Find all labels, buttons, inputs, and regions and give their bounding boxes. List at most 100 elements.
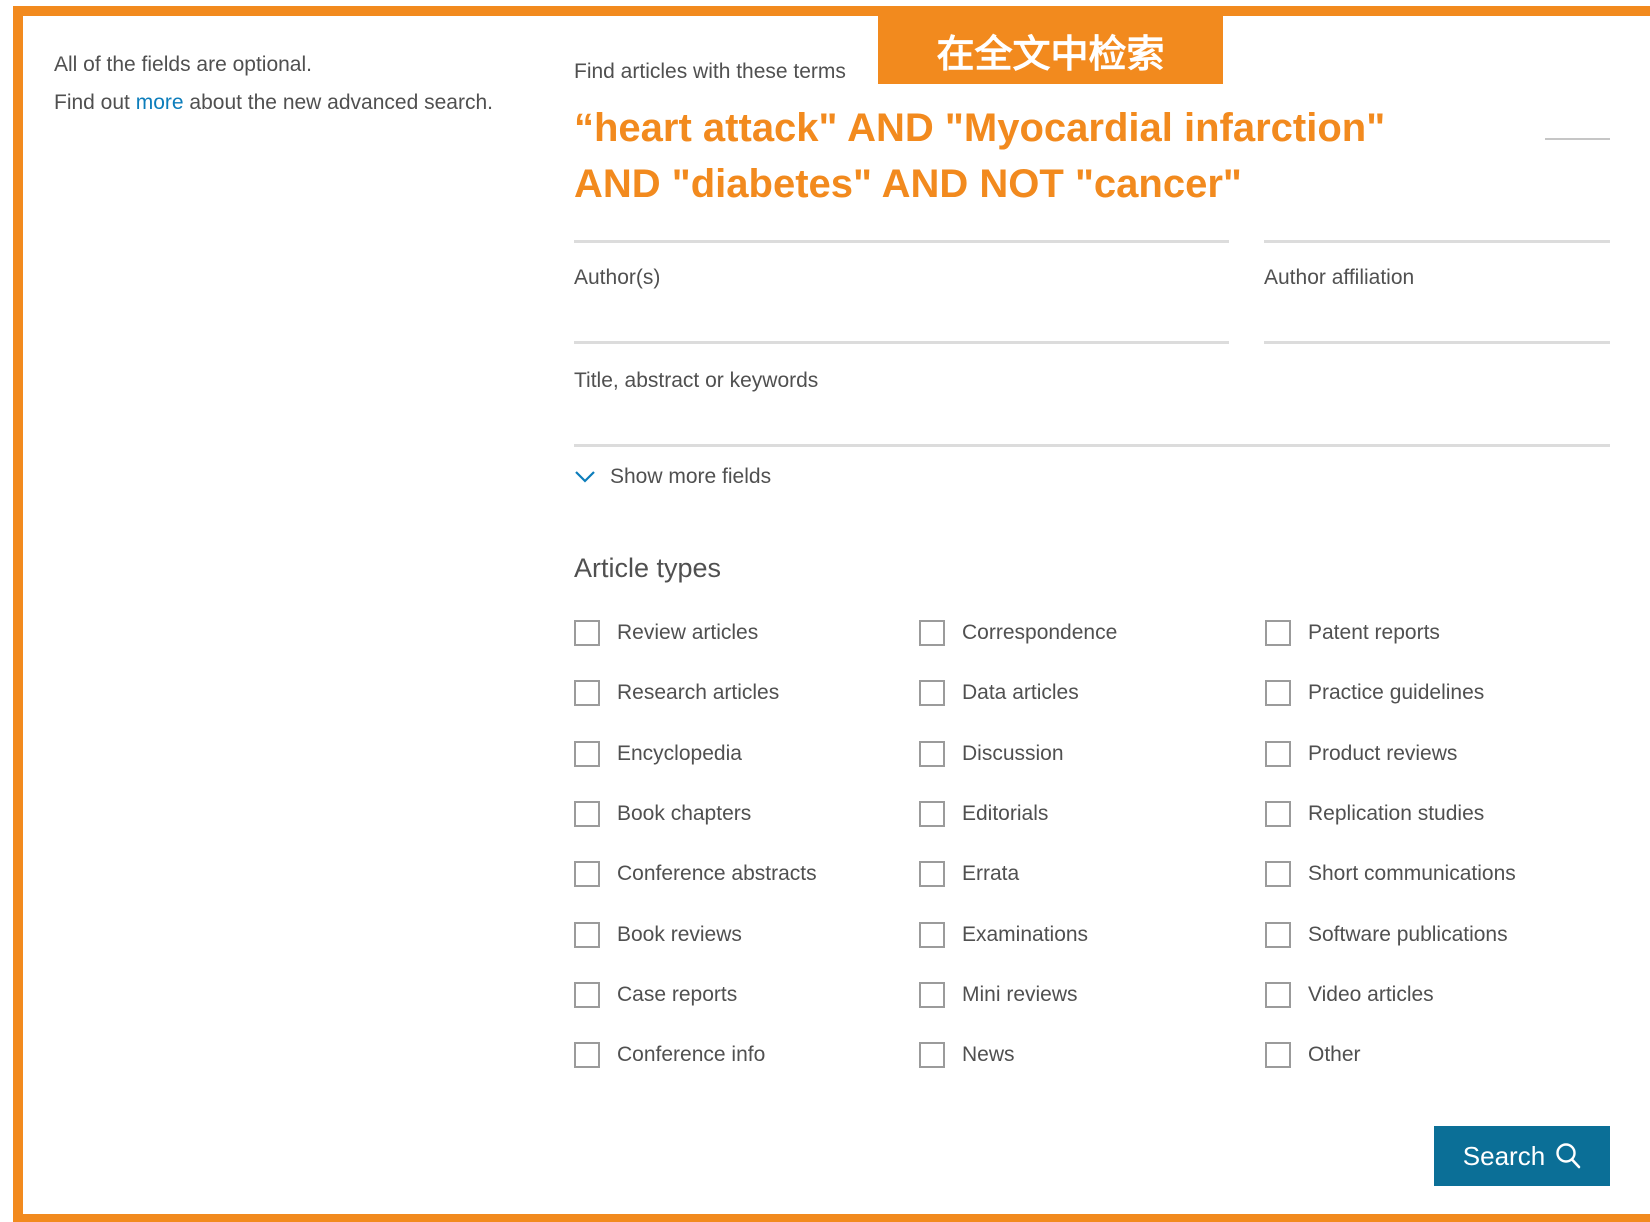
article-type-checkbox[interactable] [919,680,945,706]
article-type-option[interactable]: Video articles [1265,980,1434,1010]
article-type-label: Product reviews [1308,742,1458,765]
article-type-label: Mini reviews [962,983,1078,1006]
show-more-fields-label: Show more fields [610,465,772,488]
article-type-label: Book reviews [617,923,742,946]
affiliation-input[interactable] [1264,292,1610,342]
article-type-checkbox[interactable] [1265,620,1291,646]
article-type-label: Patent reports [1308,621,1440,644]
article-type-label: Short communications [1308,862,1516,885]
article-type-option[interactable]: Patent reports [1265,618,1440,648]
search-icon [1556,1143,1581,1169]
affiliation-input-underline [1264,341,1610,344]
title-abstract-label: Title, abstract or keywords [574,369,819,392]
authors-top-divider [574,240,1229,243]
article-types-heading: Article types [574,553,722,583]
article-type-label: Data articles [962,681,1079,704]
article-type-option[interactable]: Case reports [574,980,737,1010]
affiliation-label: Author affiliation [1264,266,1415,289]
article-type-label: Book chapters [617,802,752,825]
article-type-option[interactable]: Other [1265,1040,1361,1070]
article-type-option[interactable]: Discussion [919,739,1064,769]
article-type-checkbox[interactable] [1265,982,1291,1008]
advanced-search-note-suffix: about the new advanced search. [183,91,493,114]
article-type-checkbox[interactable] [574,982,600,1008]
article-type-option[interactable]: Encyclopedia [574,739,742,769]
article-type-option[interactable]: Book reviews [574,920,742,950]
article-type-checkbox[interactable] [1265,1042,1291,1068]
article-type-checkbox[interactable] [1265,801,1291,827]
article-type-label: Research articles [617,681,780,704]
article-type-option[interactable]: Research articles [574,678,779,708]
article-type-label: Video articles [1308,983,1434,1006]
article-type-checkbox[interactable] [919,982,945,1008]
article-type-option[interactable]: Book chapters [574,799,751,829]
advanced-search-note-prefix: Find out [54,91,136,114]
terms-input-underline [1545,138,1610,140]
article-type-checkbox[interactable] [1265,741,1291,767]
article-type-label: Practice guidelines [1308,681,1485,704]
article-type-label: Errata [962,862,1020,885]
article-type-option[interactable]: Mini reviews [919,980,1078,1010]
article-type-option[interactable]: Conference info [574,1040,765,1070]
article-type-label: Conference abstracts [617,862,817,885]
article-type-checkbox[interactable] [919,861,945,887]
search-button-label: Search [1462,1140,1546,1171]
article-type-checkbox[interactable] [919,1042,945,1068]
article-type-checkbox[interactable] [574,741,600,767]
article-type-option[interactable]: Errata [919,859,1019,889]
terms-field-label: Find articles with these terms [574,60,846,83]
title-abstract-underline [574,444,1610,447]
article-type-option[interactable]: Short communications [1265,859,1516,889]
affiliation-top-divider [1264,240,1610,243]
chevron-down-icon [575,471,595,483]
article-type-option[interactable]: Review articles [574,618,758,648]
article-type-checkbox[interactable] [1265,922,1291,948]
annotation-banner: 在全文中检索 [878,16,1223,84]
article-type-checkbox[interactable] [574,1042,600,1068]
article-type-option[interactable]: Examinations [919,920,1088,950]
article-type-option[interactable]: Software publications [1265,920,1508,950]
article-type-label: Examinations [962,923,1089,946]
advanced-search-note: Find out more about the new advanced sea… [54,91,493,115]
article-type-checkbox[interactable] [919,741,945,767]
article-type-label: Correspondence [962,621,1118,644]
article-type-label: Other [1308,1043,1361,1066]
article-type-label: Replication studies [1308,802,1485,825]
query-line-1: “heart attack" AND "Myocardial infarctio… [574,106,1386,150]
article-type-option[interactable]: Replication studies [1265,799,1484,829]
article-type-checkbox[interactable] [919,801,945,827]
article-type-checkbox[interactable] [1265,680,1291,706]
more-link[interactable]: more [136,91,184,114]
article-type-label: Case reports [617,983,738,1006]
article-type-checkbox[interactable] [574,801,600,827]
article-type-option[interactable]: Correspondence [919,618,1117,648]
article-type-label: Software publications [1308,923,1508,946]
authors-input-underline [574,341,1229,344]
terms-input[interactable]: “heart attack" AND "Myocardial infarctio… [574,100,1514,212]
show-more-fields-toggle[interactable]: Show more fields [574,465,771,489]
article-type-checkbox[interactable] [574,620,600,646]
article-type-option[interactable]: Practice guidelines [1265,678,1484,708]
optional-fields-note: All of the fields are optional. [54,53,312,76]
article-type-checkbox[interactable] [1265,861,1291,887]
article-type-option[interactable]: Data articles [919,678,1079,708]
article-type-checkbox[interactable] [574,680,600,706]
article-type-option[interactable]: Editorials [919,799,1048,829]
article-type-option[interactable]: Conference abstracts [574,859,817,889]
article-type-checkbox[interactable] [919,922,945,948]
article-type-label: Discussion [962,742,1064,765]
article-type-option[interactable]: Product reviews [1265,739,1457,769]
authors-input[interactable] [574,292,1229,342]
search-button[interactable]: Search [1434,1126,1610,1186]
article-type-label: Editorials [962,802,1049,825]
article-type-checkbox[interactable] [574,861,600,887]
article-type-label: Conference info [617,1043,766,1066]
article-type-checkbox[interactable] [919,620,945,646]
article-type-label: Encyclopedia [617,742,742,765]
query-line-2: AND "diabetes" AND NOT "cancer" [574,162,1242,206]
article-type-label: Review articles [617,621,759,644]
title-abstract-input[interactable] [574,395,1610,445]
article-type-option[interactable]: News [919,1040,1015,1070]
article-type-checkbox[interactable] [574,922,600,948]
article-type-label: News [962,1043,1015,1066]
